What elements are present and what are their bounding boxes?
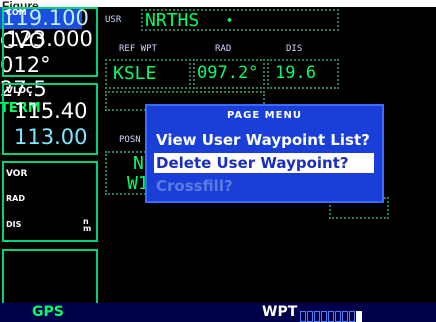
- page-indicator-segment: [349, 311, 355, 322]
- vor-radial-label: RAD: [6, 194, 25, 203]
- ref-dis-label: DIS: [286, 44, 303, 54]
- page-indicator-segment: [307, 311, 313, 322]
- page-indicator-segment: [356, 311, 362, 322]
- vor-distance-unit: n m: [83, 217, 92, 233]
- gps-mode-label: GPS: [32, 304, 64, 320]
- ref-dis-value: 19.6: [275, 63, 316, 83]
- user-waypoint-name: NRTHS: [145, 10, 200, 31]
- page-indicator-segment: [328, 311, 334, 322]
- ref-rad-label: RAD: [215, 44, 232, 54]
- menu-item-crossfill[interactable]: Crossfill?: [156, 176, 374, 196]
- com-label: COM: [6, 8, 27, 17]
- page-indicator-segment: [321, 311, 327, 322]
- vor-distance-label: DIS: [6, 220, 22, 229]
- status-bar: GPS WPT: [0, 303, 436, 322]
- user-waypoint-marker: ◆: [227, 15, 232, 24]
- user-waypoint-label: USR: [105, 15, 122, 25]
- menu-item-view-user-waypoint-list[interactable]: View User Waypoint List?: [156, 130, 374, 150]
- position-label: POSN: [119, 135, 141, 145]
- com-active-frequency: 123.000: [6, 27, 93, 51]
- page-indicator-segment: [342, 311, 348, 322]
- page-group-label: WPT: [262, 304, 298, 320]
- page-indicator-segment: [335, 311, 341, 322]
- ref-wpt-label: REF WPT: [119, 44, 157, 54]
- position-latitude-fragment: N: [133, 153, 144, 174]
- vloc-active-frequency: 115.40: [14, 99, 88, 123]
- vor-label: VOR: [6, 169, 28, 179]
- menu-item-delete-user-waypoint[interactable]: Delete User Waypoint?: [154, 153, 374, 173]
- page-menu: PAGE MENU View User Waypoint List? Delet…: [145, 104, 384, 203]
- vloc-label: VLOC: [6, 86, 33, 96]
- ref-rad-value: 097.2°: [197, 63, 259, 83]
- page-menu-title: PAGE MENU: [227, 110, 302, 121]
- ref-wpt-value: KSLE: [113, 63, 157, 84]
- radio-column: COM 123.000 119.100 VLOC 115.40 113.00 V…: [0, 7, 99, 305]
- gps-screen: COM 123.000 119.100 VLOC 115.40 113.00 V…: [0, 7, 436, 322]
- figure-stage: Figure COM 123.000 119.100 VLOC 115.40 1…: [0, 0, 436, 322]
- page-indicator: [300, 307, 363, 322]
- vloc-standby-frequency[interactable]: 113.00: [14, 125, 87, 149]
- cdi-scale-window: [2, 249, 98, 305]
- page-indicator-segment: [314, 311, 320, 322]
- page-indicator-segment: [300, 311, 306, 322]
